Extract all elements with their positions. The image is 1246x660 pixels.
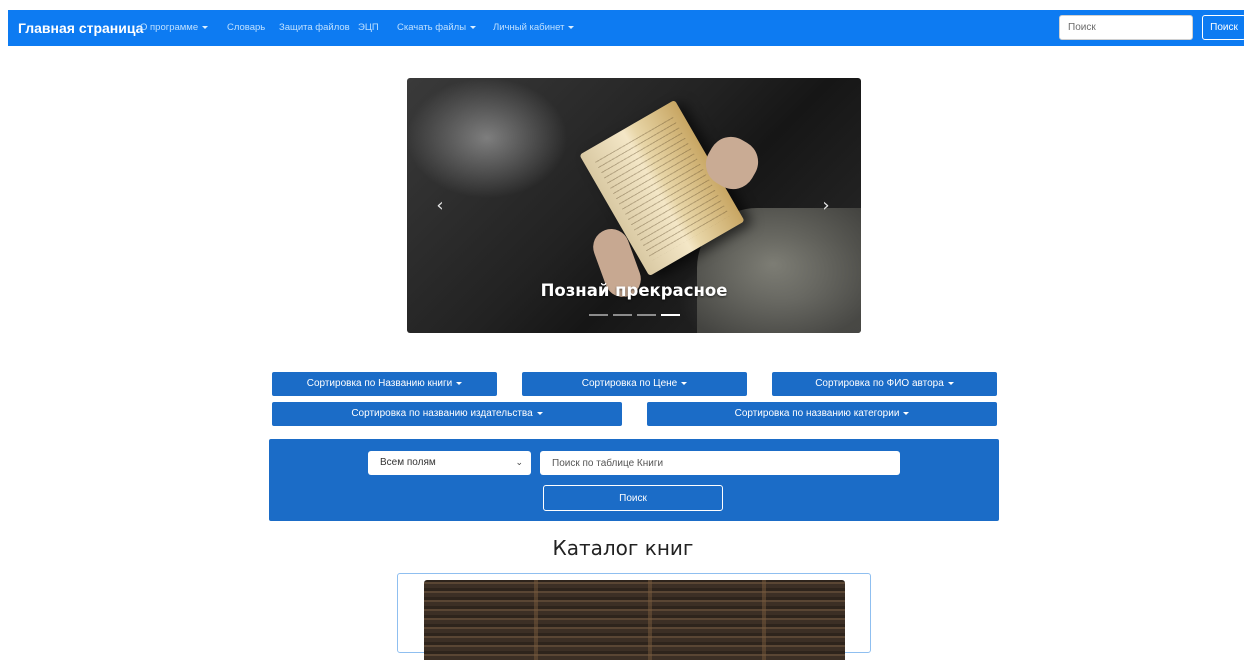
- caret-down-icon: [903, 412, 910, 415]
- search-field-select-value: Всем полям: [380, 457, 436, 468]
- caret-down-icon: [470, 26, 477, 29]
- top-navbar: Главная страница О программе Словарь Защ…: [8, 10, 1246, 46]
- chevron-left-icon[interactable]: ‹: [433, 196, 447, 216]
- nav-item-digital-signature[interactable]: ЭЦП: [358, 10, 379, 46]
- caret-down-icon: [202, 26, 209, 29]
- sort-by-author-button[interactable]: Сортировка по ФИО автора: [772, 372, 997, 396]
- nav-item-account[interactable]: Личный кабинет: [493, 10, 575, 46]
- chevron-down-icon: ⌄: [515, 458, 523, 468]
- carousel-indicator[interactable]: [589, 314, 608, 316]
- carousel-indicators: [589, 314, 681, 317]
- hero-carousel: ‹ › Познай прекрасное: [407, 78, 861, 333]
- brand-home-link[interactable]: Главная страница: [18, 10, 143, 46]
- table-search-input[interactable]: [540, 451, 900, 475]
- caret-down-icon: [947, 382, 954, 385]
- catalog-heading: Каталог книг: [552, 536, 694, 560]
- nav-item-dictionary[interactable]: Словарь: [227, 10, 265, 46]
- nav-item-about[interactable]: О программе: [140, 10, 209, 46]
- sort-by-publisher-button[interactable]: Сортировка по названию издательства: [272, 402, 622, 426]
- book-card[interactable]: [397, 573, 871, 660]
- sort-by-price-label: Сортировка по Цене: [581, 378, 678, 389]
- table-search-button[interactable]: Поиск: [543, 485, 723, 511]
- caret-down-icon: [536, 412, 543, 415]
- table-search-panel: Всем полям ⌄ Поиск: [269, 439, 999, 521]
- sort-by-category-button[interactable]: Сортировка по названию категории: [647, 402, 997, 426]
- nav-item-downloads[interactable]: Скачать файлы: [397, 10, 477, 46]
- sort-by-price-button[interactable]: Сортировка по Цене: [522, 372, 747, 396]
- sort-by-title-label: Сортировка по Названию книги: [306, 378, 453, 389]
- book-card-image: [424, 580, 845, 660]
- sort-by-author-label: Сортировка по ФИО автора: [815, 378, 944, 389]
- search-field-select[interactable]: Всем полям ⌄: [368, 451, 531, 475]
- sort-by-category-label: Сортировка по названию категории: [734, 408, 900, 419]
- nav-item-downloads-label: Скачать файлы: [397, 22, 467, 33]
- navbar-search-button[interactable]: Поиск: [1202, 15, 1246, 40]
- nav-item-file-protection[interactable]: Защита файлов: [279, 10, 350, 46]
- caret-down-icon: [681, 382, 688, 385]
- carousel-indicator-active[interactable]: [661, 314, 680, 316]
- nav-item-about-label: О программе: [140, 22, 199, 33]
- nav-item-account-label: Личный кабинет: [493, 22, 565, 33]
- carousel-indicator[interactable]: [613, 314, 632, 316]
- carousel-indicator[interactable]: [637, 314, 656, 316]
- chevron-right-icon[interactable]: ›: [819, 196, 833, 216]
- sort-by-publisher-label: Сортировка по названию издательства: [351, 408, 533, 419]
- caret-down-icon: [568, 26, 575, 29]
- carousel-caption: Познай прекрасное: [540, 281, 728, 300]
- navbar-search-input[interactable]: [1059, 15, 1193, 40]
- sort-by-title-button[interactable]: Сортировка по Названию книги: [272, 372, 497, 396]
- caret-down-icon: [456, 382, 463, 385]
